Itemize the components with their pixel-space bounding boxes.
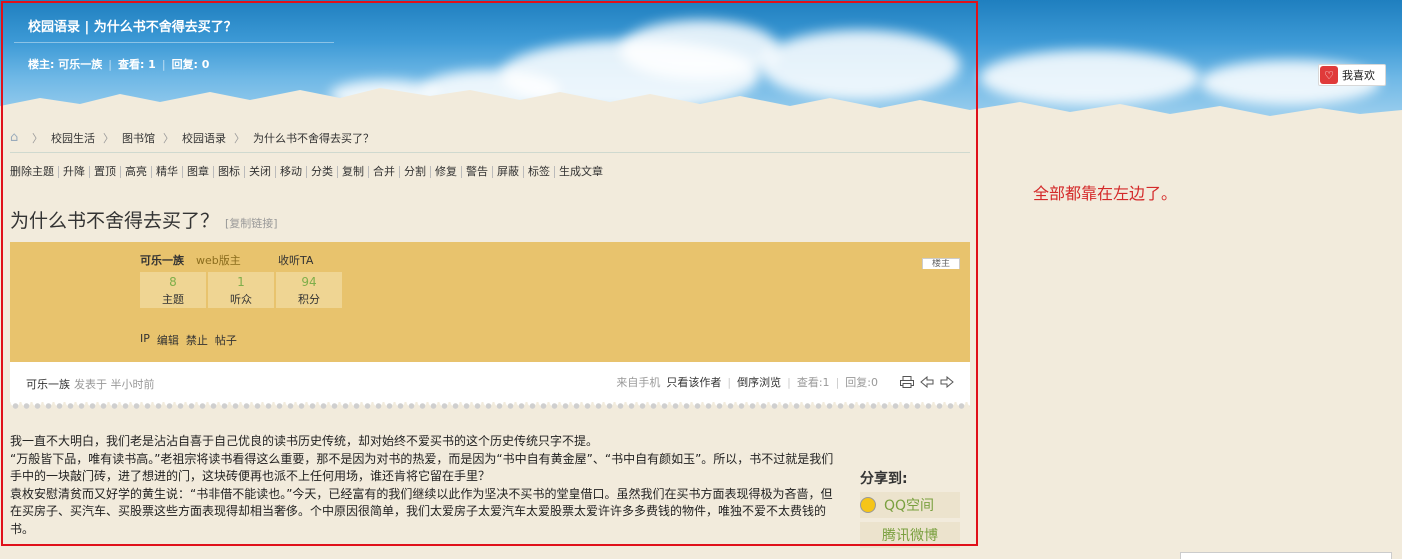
owner-corner-tab[interactable]: 楼主 <box>922 258 960 269</box>
post-time: 发表于 半小时前 <box>74 378 155 391</box>
breadcrumb-item[interactable]: 校园生活 <box>51 130 95 146</box>
mod-stick[interactable]: 置顶 <box>89 166 120 178</box>
stat-number: 1 <box>237 275 245 289</box>
mod-repair[interactable]: 修复 <box>430 166 461 178</box>
share-weibo-label: 腾讯微博 <box>882 528 938 544</box>
header-divider <box>14 42 334 43</box>
post-tools: 来自手机 只看该作者 | 倒序浏览 | 查看:1 | 回复:0 <box>616 374 954 390</box>
print-icon[interactable] <box>900 376 914 388</box>
mod-tag[interactable]: 标签 <box>523 166 554 178</box>
mod-warn[interactable]: 警告 <box>461 166 492 178</box>
author-stats: 8 主题 1 听众 94 积分 <box>140 272 342 308</box>
stat-label: 听众 <box>230 293 252 306</box>
post-info-bar: 可乐一族 发表于 半小时前 来自手机 只看该作者 | 倒序浏览 | 查看:1 | … <box>10 362 970 402</box>
post-replies: 回复:0 <box>845 376 878 389</box>
like-label: 我喜欢 <box>1342 69 1375 82</box>
admin-posts[interactable]: 帖子 <box>215 332 237 348</box>
view-count: 查看: 1 <box>117 58 156 71</box>
like-button[interactable]: ♡ 我喜欢 <box>1318 64 1386 86</box>
chevron-right-icon: 〉 <box>32 132 43 145</box>
torn-paper-edge <box>0 88 1402 120</box>
post-author-line: 可乐一族 发表于 半小时前 <box>26 376 155 392</box>
post-title: 为什么书不舍得去买了？ [复制链接] <box>10 206 278 233</box>
mod-digest[interactable]: 精华 <box>151 166 182 178</box>
share-weibo-button[interactable]: 腾讯微博 <box>860 522 960 548</box>
annotation-text: 全部都靠在左边了。 <box>1033 184 1178 203</box>
stat-label: 主题 <box>162 293 184 306</box>
mod-move[interactable]: 移动 <box>275 166 306 178</box>
breadcrumb-item[interactable]: 图书馆 <box>122 130 155 146</box>
admin-links: IP 编辑 禁止 帖子 <box>140 332 237 348</box>
stat-number: 8 <box>169 275 177 289</box>
admin-ban[interactable]: 禁止 <box>186 332 208 348</box>
chevron-right-icon: 〉 <box>163 132 174 145</box>
mod-category[interactable]: 分类 <box>306 166 337 178</box>
mod-highlight[interactable]: 高亮 <box>120 166 151 178</box>
post-views: 查看:1 <box>796 376 830 389</box>
post-content: 我一直不大明白，我们老是沾沾自喜于自己优良的读书历史传统，却对始终不爱买书的这个… <box>10 433 840 538</box>
header-title[interactable]: 校园语录 | 为什么书不舍得去买了？ <box>28 16 237 35</box>
from-mobile: 来自手机 <box>616 376 661 389</box>
admin-edit[interactable]: 编辑 <box>157 332 179 348</box>
post-title-text: 为什么书不舍得去买了？ <box>10 210 220 232</box>
moderation-toolbar: 删除主题 升降 置顶 高亮 精华 图章 图标 关闭 移动 分类 复制 合并 分割… <box>10 166 607 178</box>
mod-close[interactable]: 关闭 <box>244 166 275 178</box>
content-paragraph: “万般皆下品，唯有读书高。”老祖宗将读书看得这么重要，那不是因为对书的热爱，而是… <box>10 451 834 484</box>
stat-points[interactable]: 94 积分 <box>276 272 342 308</box>
mod-copy[interactable]: 复制 <box>337 166 368 178</box>
content-paragraph: 我一直不大明白，我们老是沾沾自喜于自己优良的读书历史传统，却对始终不爱买书的这个… <box>10 434 599 448</box>
author-role[interactable]: web版主 <box>196 252 241 268</box>
scallop-dots <box>10 403 970 409</box>
chevron-right-icon: 〉 <box>234 132 245 145</box>
copy-link[interactable]: [复制链接] <box>225 217 278 230</box>
previous-thread-icon[interactable] <box>920 376 934 388</box>
heart-icon: ♡ <box>1320 66 1338 84</box>
mod-generate-article[interactable]: 生成文章 <box>554 166 607 178</box>
share-title: 分享到: <box>860 471 908 487</box>
author-panel: 可乐一族 web版主 收听TA 8 主题 1 听众 94 积分 IP 编辑 禁止… <box>10 242 970 362</box>
mod-stamp[interactable]: 图章 <box>182 166 213 178</box>
share-qzone-label: QQ空间 <box>884 498 935 514</box>
only-author-link[interactable]: 只看该作者 <box>666 374 721 390</box>
qq-icon <box>860 497 876 513</box>
author-name[interactable]: 可乐一族 <box>140 252 184 268</box>
stat-number: 94 <box>301 275 317 289</box>
home-icon[interactable]: ⌂ <box>10 131 24 144</box>
breadcrumb-item[interactable]: 校园语录 <box>182 130 226 146</box>
share-qzone-button[interactable]: QQ空间 <box>860 492 960 518</box>
content-paragraph: 袁枚安慰清贫而又好学的黄生说：“书非借不能读也。”今天，已经富有的我们继续以此作… <box>10 486 833 536</box>
mod-delete[interactable]: 删除主题 <box>10 166 58 178</box>
breadcrumb-item[interactable]: 为什么书不舍得去买了？ <box>253 130 374 146</box>
breadcrumb: ⌂ 〉 校园生活 〉 图书馆 〉 校园语录 〉 为什么书不舍得去买了？ <box>10 130 374 146</box>
reverse-order-link[interactable]: 倒序浏览 <box>737 374 781 390</box>
mod-bump[interactable]: 升降 <box>58 166 89 178</box>
stat-listeners[interactable]: 1 听众 <box>208 272 274 308</box>
mod-icon[interactable]: 图标 <box>213 166 244 178</box>
mod-block[interactable]: 屏蔽 <box>492 166 523 178</box>
breadcrumb-divider <box>10 152 970 153</box>
follow-button[interactable]: 收听TA <box>278 252 313 268</box>
stat-label: 积分 <box>298 293 320 306</box>
mod-split[interactable]: 分割 <box>399 166 430 178</box>
mod-merge[interactable]: 合并 <box>368 166 399 178</box>
post-author[interactable]: 可乐一族 <box>26 378 70 391</box>
reply-count: 回复: 0 <box>171 58 210 71</box>
next-thread-icon[interactable] <box>940 376 954 388</box>
header-meta: 楼主: 可乐一族 | 查看: 1 | 回复: 0 <box>28 58 210 71</box>
thread-owner[interactable]: 楼主: 可乐一族 <box>28 58 102 71</box>
stat-topics[interactable]: 8 主题 <box>140 272 206 308</box>
chevron-right-icon: 〉 <box>103 132 114 145</box>
admin-ip[interactable]: IP <box>140 332 150 348</box>
share-panel: 分享到: QQ空间 腾讯微博 <box>860 468 960 548</box>
